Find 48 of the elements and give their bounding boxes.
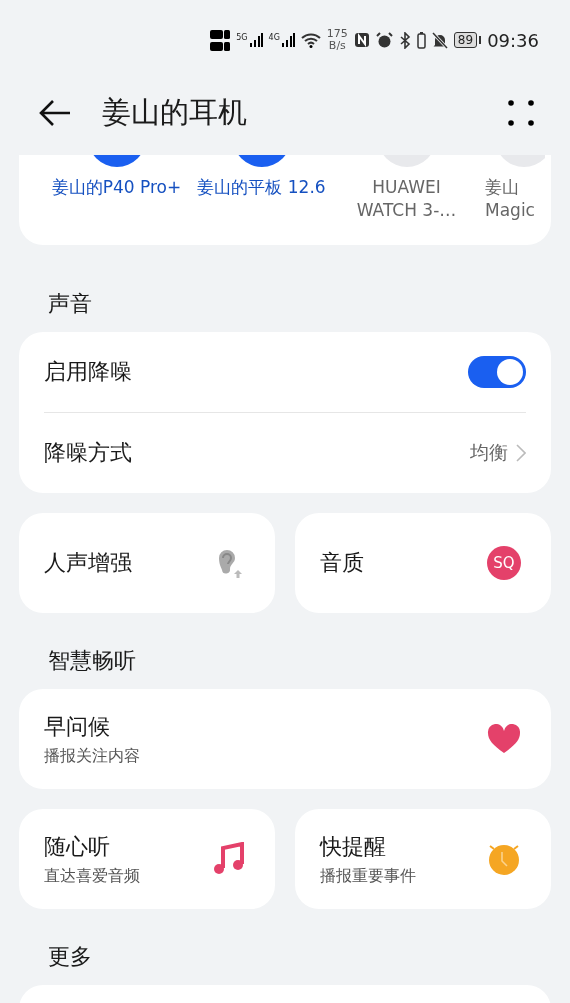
chevron-icon (516, 444, 526, 462)
feature-description: 直达喜爱音频 (44, 865, 141, 887)
setting-label: 启用降噪 (44, 358, 133, 386)
network-label: 5G (236, 33, 248, 42)
clock-time: 09:36 (487, 29, 539, 51)
more-icon[interactable] (508, 100, 534, 126)
device-name[interactable]: HUAWEI WATCH 3-… (341, 176, 472, 222)
sq-badge: SQ (487, 546, 521, 580)
music-note-icon (213, 842, 245, 876)
feature-label: 随心听 (44, 832, 111, 861)
page-title: 姜山的耳机 (102, 94, 248, 131)
device-name[interactable]: 姜山的P40 Pro+ (51, 176, 182, 199)
setting-label: 降噪方式 (44, 439, 133, 467)
feature-card[interactable]: 随心听 直达喜爱音频 (19, 809, 275, 909)
nfc-icon (353, 32, 370, 48)
signal-icon (248, 33, 263, 47)
setting-value: 均衡 (470, 440, 508, 465)
mute-bell-icon (431, 31, 448, 49)
speed-unit: B/s (327, 40, 347, 52)
feature-label: 人声增强 (44, 549, 133, 577)
feature-label: 早问候 (44, 712, 111, 741)
feature-card[interactable]: 早问候 播报关注内容 (19, 689, 551, 789)
back-icon[interactable] (38, 99, 72, 127)
feature-card[interactable]: 人声增强 (19, 513, 275, 613)
device-name[interactable]: 姜山 Magic (485, 176, 535, 222)
section-title: 智慧畅听 (47, 647, 137, 675)
feature-card[interactable]: 快提醒 播报重要事件 (295, 809, 551, 909)
toggle-switch[interactable] (468, 356, 526, 388)
feature-label: 音质 (320, 549, 365, 577)
battery-level: 89 (453, 32, 478, 48)
section-title: 更多 (47, 943, 93, 971)
alarm-icon (375, 31, 393, 49)
network-label: 4G (268, 33, 280, 42)
bluetooth-icon (398, 31, 411, 49)
speed-value: 175 (326, 28, 348, 40)
feature-description: 播报重要事件 (320, 865, 417, 887)
sim-icon (210, 41, 231, 51)
heart-icon (487, 724, 521, 754)
feature-card[interactable]: 音质 SQ (295, 513, 551, 613)
battery-icon (416, 31, 426, 49)
feature-label: 快提醒 (320, 832, 387, 861)
sim-icon (210, 29, 231, 39)
signal-icon (280, 33, 295, 47)
wifi-icon (300, 32, 321, 48)
section-title: 声音 (47, 290, 93, 318)
alarm-clock-icon (487, 842, 521, 876)
feature-description: 播报关注内容 (44, 745, 141, 767)
device-name[interactable]: 姜山的平板 12.6 (196, 176, 327, 199)
